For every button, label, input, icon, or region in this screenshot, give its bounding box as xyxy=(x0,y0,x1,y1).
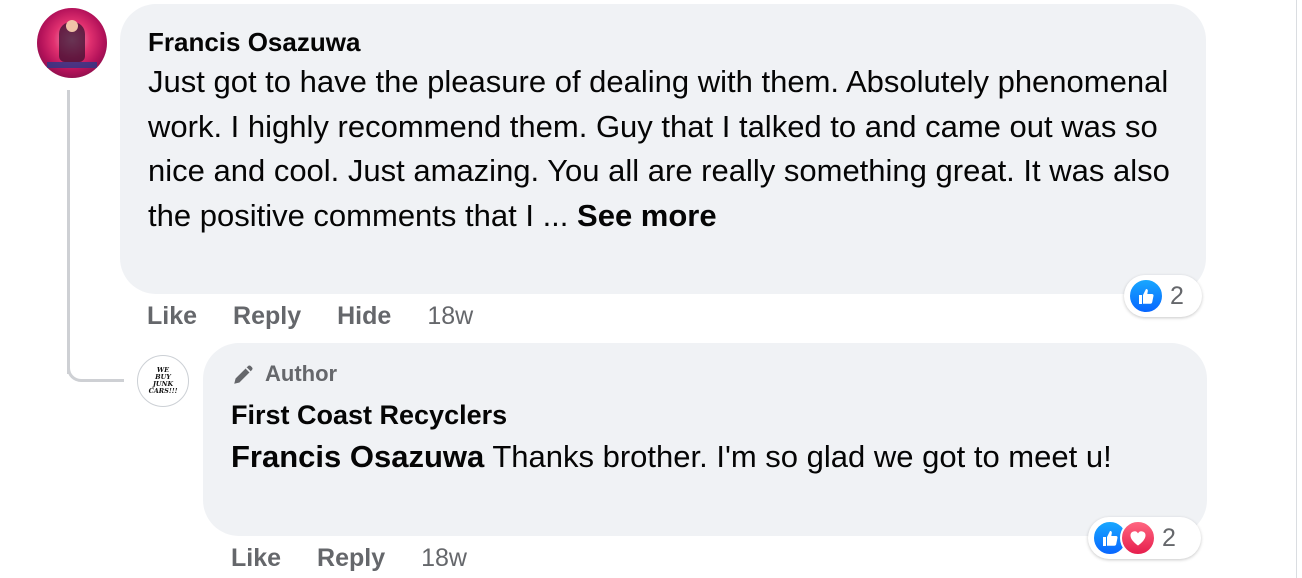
pencil-icon xyxy=(234,365,253,384)
reply-body: Thanks brother. I'm so glad we got to me… xyxy=(484,439,1112,474)
reply-reactions[interactable]: 2 xyxy=(1088,517,1201,559)
reply-button[interactable]: Reply xyxy=(233,302,301,331)
see-more-link[interactable]: See more xyxy=(577,198,717,233)
reply-timestamp[interactable]: 18w xyxy=(421,544,467,573)
replier-name[interactable]: First Coast Recyclers xyxy=(231,397,1179,433)
reply-actions: Like Reply 18w xyxy=(231,540,467,576)
avatar-text-line: CARS!!! xyxy=(148,387,178,395)
right-edge-divider xyxy=(1296,0,1297,578)
reply-text: Francis Osazuwa Thanks brother. I'm so g… xyxy=(231,435,1171,479)
comment-text: Just got to have the pleasure of dealing… xyxy=(148,60,1173,238)
comment-timestamp[interactable]: 18w xyxy=(427,302,473,331)
like-button[interactable]: Like xyxy=(147,302,197,331)
mention-link[interactable]: Francis Osazuwa xyxy=(231,439,484,474)
comment-reaction-count: 2 xyxy=(1170,281,1184,310)
page-avatar[interactable]: WE BUY JUNK CARS!!! xyxy=(137,355,189,407)
reply-reaction-count: 2 xyxy=(1162,523,1176,552)
commenter-avatar[interactable] xyxy=(37,8,107,78)
like-icon xyxy=(1128,278,1164,314)
author-badge-label: Author xyxy=(265,361,338,386)
love-icon xyxy=(1120,520,1156,556)
comment-reactions[interactable]: 2 xyxy=(1124,275,1202,317)
hide-button[interactable]: Hide xyxy=(337,302,391,331)
reply-bubble: Author First Coast Recyclers Francis Osa… xyxy=(203,343,1207,536)
author-badge: Author xyxy=(231,357,1179,391)
comment-actions: Like Reply Hide 18w xyxy=(147,298,473,334)
commenter-name[interactable]: Francis Osazuwa xyxy=(148,26,1178,58)
thread-connector-curve xyxy=(67,320,124,382)
like-button[interactable]: Like xyxy=(231,544,281,573)
comment-bubble: Francis Osazuwa Just got to have the ple… xyxy=(120,4,1206,294)
reply-button[interactable]: Reply xyxy=(317,544,385,573)
